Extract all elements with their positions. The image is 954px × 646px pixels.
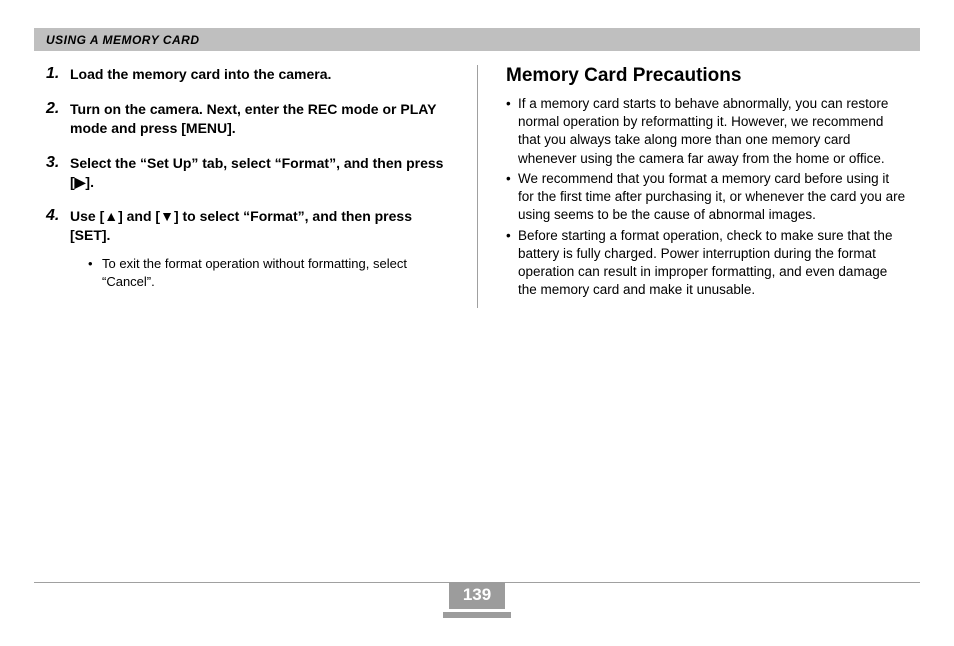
step-2: 2. Turn on the camera. Next, enter the R…: [46, 100, 449, 138]
precaution-item: If a memory card starts to behave abnorm…: [506, 95, 908, 168]
step-1: 1. Load the memory card into the camera.: [46, 65, 449, 84]
section-header-title: USING A MEMORY CARD: [46, 33, 200, 47]
section-header-bar: USING A MEMORY CARD: [34, 28, 920, 51]
step-number: 2.: [46, 98, 59, 120]
precautions-title: Memory Card Precautions: [506, 65, 908, 87]
step-text: Select the “Set Up” tab, select “Format”…: [70, 155, 443, 190]
step-4-notes: To exit the format operation without for…: [70, 255, 449, 291]
page-number: 139: [449, 582, 505, 609]
page-footer: 139: [34, 582, 920, 618]
step-number: 1.: [46, 63, 59, 85]
precautions-list: If a memory card starts to behave abnorm…: [506, 95, 908, 299]
step-4: 4. Use [▲] and [▼] to select “Format”, a…: [46, 207, 449, 291]
precaution-item: We recommend that you format a memory ca…: [506, 170, 908, 225]
step-text: Load the memory card into the camera.: [70, 66, 331, 82]
step-text: Use [▲] and [▼] to select “Format”, and …: [70, 208, 412, 243]
step-4-note: To exit the format operation without for…: [88, 255, 449, 291]
right-column: Memory Card Precautions If a memory card…: [477, 65, 920, 308]
step-number: 3.: [46, 152, 59, 174]
left-column: 1. Load the memory card into the camera.…: [34, 65, 477, 308]
step-text: Turn on the camera. Next, enter the REC …: [70, 101, 436, 136]
format-steps-list: 1. Load the memory card into the camera.…: [46, 65, 449, 292]
two-column-layout: 1. Load the memory card into the camera.…: [34, 65, 920, 308]
step-3: 3. Select the “Set Up” tab, select “Form…: [46, 154, 449, 192]
page-number-accent: [443, 612, 511, 618]
step-number: 4.: [46, 205, 59, 227]
precaution-item: Before starting a format operation, chec…: [506, 227, 908, 300]
manual-page: USING A MEMORY CARD 1. Load the memory c…: [0, 0, 954, 646]
